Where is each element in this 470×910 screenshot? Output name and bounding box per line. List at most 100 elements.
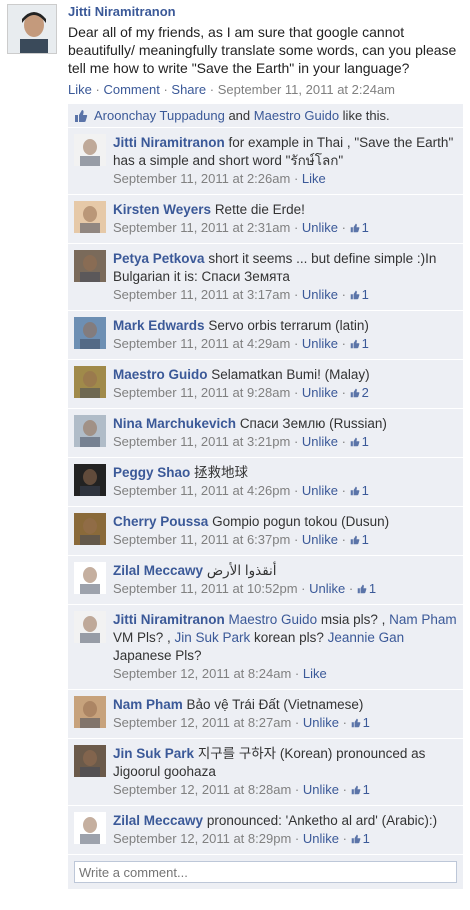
- post-share-link[interactable]: Share: [171, 82, 206, 97]
- comment-timestamp[interactable]: September 12, 2011 at 8:28am: [113, 782, 291, 797]
- comment-author-name[interactable]: Petya Petkova: [113, 251, 205, 266]
- comment-like-count[interactable]: 1: [351, 715, 370, 730]
- unlike-link[interactable]: Unlike: [303, 715, 339, 730]
- comment-like-count[interactable]: 1: [350, 483, 369, 498]
- comment-author-avatar[interactable]: [74, 812, 106, 844]
- comment-timestamp[interactable]: September 11, 2011 at 2:31am: [113, 220, 290, 235]
- comment-like-count[interactable]: 1: [350, 220, 369, 235]
- comment-meta: September 11, 2011 at 2:26am · Like: [113, 170, 457, 188]
- comment-author-avatar[interactable]: [74, 201, 106, 233]
- unlike-link[interactable]: Unlike: [302, 287, 338, 302]
- comment-author-name[interactable]: Maestro Guido: [113, 367, 208, 382]
- comment-author-avatar[interactable]: [74, 513, 106, 545]
- comment-author-name[interactable]: Zilal Meccawy: [113, 563, 203, 578]
- comment-text-line: Jitti Niramitranon Maestro Guido msia pl…: [113, 611, 457, 665]
- unlike-link[interactable]: Unlike: [302, 434, 338, 449]
- mention-link[interactable]: Nam Pham: [389, 612, 457, 627]
- comment-text: Servo orbis terrarum (latin): [208, 318, 369, 333]
- post-author-name[interactable]: Jitti Niramitranon: [68, 4, 463, 19]
- comment-timestamp[interactable]: September 11, 2011 at 6:37pm: [113, 532, 290, 547]
- comment-meta: September 12, 2011 at 8:29pm · Unlike · …: [113, 830, 457, 848]
- comment-author-avatar[interactable]: [74, 611, 106, 643]
- comment-author-name[interactable]: Jin Suk Park: [113, 746, 194, 761]
- like-link[interactable]: Like: [303, 666, 327, 681]
- comment-author-name[interactable]: Peggy Shao: [113, 465, 190, 480]
- liker-link[interactable]: Aroonchay Tuppadung: [94, 108, 225, 123]
- comment-timestamp[interactable]: September 11, 2011 at 9:28am: [113, 385, 290, 400]
- comment-timestamp[interactable]: September 12, 2011 at 8:24am: [113, 666, 291, 681]
- like-link[interactable]: Like: [302, 171, 326, 186]
- comment-author-name[interactable]: Kirsten Weyers: [113, 202, 211, 217]
- separator: ·: [294, 666, 300, 681]
- post-like-link[interactable]: Like: [68, 82, 92, 97]
- comment-author-name[interactable]: Mark Edwards: [113, 318, 205, 333]
- comment-like-count[interactable]: 2: [350, 385, 369, 400]
- post-text: Dear all of my friends, as I am sure tha…: [68, 24, 457, 76]
- comment-author-avatar[interactable]: [74, 366, 106, 398]
- comment-author-avatar[interactable]: [74, 250, 106, 282]
- thumbs-up-icon: [350, 437, 360, 447]
- comment-author-avatar[interactable]: [74, 415, 106, 447]
- comment-like-count[interactable]: 1: [350, 287, 369, 302]
- comment-like-count[interactable]: 1: [351, 831, 370, 846]
- comment-timestamp[interactable]: September 11, 2011 at 4:26pm: [113, 483, 290, 498]
- comment-text-line: Nina Marchukevich Спаси Землю (Russian): [113, 415, 457, 433]
- comment-like-count[interactable]: 1: [357, 581, 376, 596]
- comment-author-name[interactable]: Nam Pham: [113, 697, 183, 712]
- unlike-link[interactable]: Unlike: [303, 782, 339, 797]
- comment-author-avatar[interactable]: [74, 745, 106, 777]
- comment-item: Petya Petkova short it seems ... but def…: [68, 244, 463, 311]
- post-timestamp[interactable]: September 11, 2011 at 2:24am: [218, 82, 395, 97]
- write-comment-input[interactable]: [74, 861, 457, 883]
- comment-text-line: Zilal Meccawy pronounced: 'Anketho al ar…: [113, 812, 457, 830]
- thumbs-up-icon: [351, 718, 360, 728]
- comment-author-avatar[interactable]: [74, 562, 106, 594]
- like-count-number: 1: [362, 831, 370, 846]
- unlike-link[interactable]: Unlike: [302, 532, 338, 547]
- comment-text: أنقذوا الأرض: [206, 563, 277, 578]
- comment-author-name[interactable]: Jitti Niramitranon: [113, 135, 225, 150]
- comment-text: 拯救地球: [194, 465, 249, 480]
- comment-text: korean pls?: [250, 630, 328, 645]
- unlike-link[interactable]: Unlike: [309, 581, 345, 596]
- comment-like-count[interactable]: 1: [350, 532, 369, 547]
- mention-link[interactable]: Jeannie Gan: [328, 630, 405, 645]
- comment-timestamp[interactable]: September 11, 2011 at 2:26am: [113, 171, 290, 186]
- comment-meta: September 11, 2011 at 4:29am · Unlike · …: [113, 335, 457, 353]
- comment-timestamp[interactable]: September 11, 2011 at 4:29am: [113, 336, 290, 351]
- mention-link[interactable]: Maestro Guido: [229, 612, 318, 627]
- comment-text-line: Jin Suk Park 지구를 구하자 (Korean) pronounced…: [113, 745, 457, 781]
- comment-like-count[interactable]: 1: [350, 434, 369, 449]
- comment-timestamp[interactable]: September 11, 2011 at 3:21pm: [113, 434, 290, 449]
- comment-like-count[interactable]: 1: [350, 336, 369, 351]
- unlike-link[interactable]: Unlike: [302, 483, 338, 498]
- comment-like-count[interactable]: 1: [351, 782, 370, 797]
- comment-timestamp[interactable]: September 12, 2011 at 8:29pm: [113, 831, 291, 846]
- comment-author-avatar[interactable]: [74, 134, 106, 166]
- comment-item: Zilal Meccawy أنقذوا الأرض September 11, …: [68, 556, 463, 605]
- separator: ·: [294, 782, 300, 797]
- unlike-link[interactable]: Unlike: [302, 336, 338, 351]
- comment-author-avatar[interactable]: [74, 464, 106, 496]
- comment-author-avatar[interactable]: [74, 317, 106, 349]
- unlike-link[interactable]: Unlike: [303, 831, 339, 846]
- unlike-link[interactable]: Unlike: [302, 385, 338, 400]
- comment-author-name[interactable]: Nina Marchukevich: [113, 416, 236, 431]
- post-comment-link[interactable]: Comment: [103, 82, 159, 97]
- mention-link[interactable]: Jin Suk Park: [175, 630, 251, 645]
- comment-author-name[interactable]: Cherry Poussa: [113, 514, 208, 529]
- comment-timestamp[interactable]: September 12, 2011 at 8:27am: [113, 715, 291, 730]
- liker-link[interactable]: Maestro Guido: [254, 108, 339, 123]
- comment-timestamp[interactable]: September 11, 2011 at 3:17am: [113, 287, 290, 302]
- feedback-panel: Aroonchay Tuppadung and Maestro Guido li…: [68, 104, 463, 889]
- thumbs-up-icon: [350, 535, 360, 545]
- unlike-link[interactable]: Unlike: [302, 220, 338, 235]
- comment-author-name[interactable]: Zilal Meccawy: [113, 813, 203, 828]
- comment-item: Jitti Niramitranon Maestro Guido msia pl…: [68, 605, 463, 690]
- comment-timestamp[interactable]: September 11, 2011 at 10:52pm: [113, 581, 298, 596]
- comment-author-name[interactable]: Jitti Niramitranon: [113, 612, 225, 627]
- post-author-avatar[interactable]: [7, 4, 57, 54]
- comment-author-avatar[interactable]: [74, 696, 106, 728]
- comment-text: Rette die Erde!: [214, 202, 305, 217]
- separator: ·: [301, 581, 306, 596]
